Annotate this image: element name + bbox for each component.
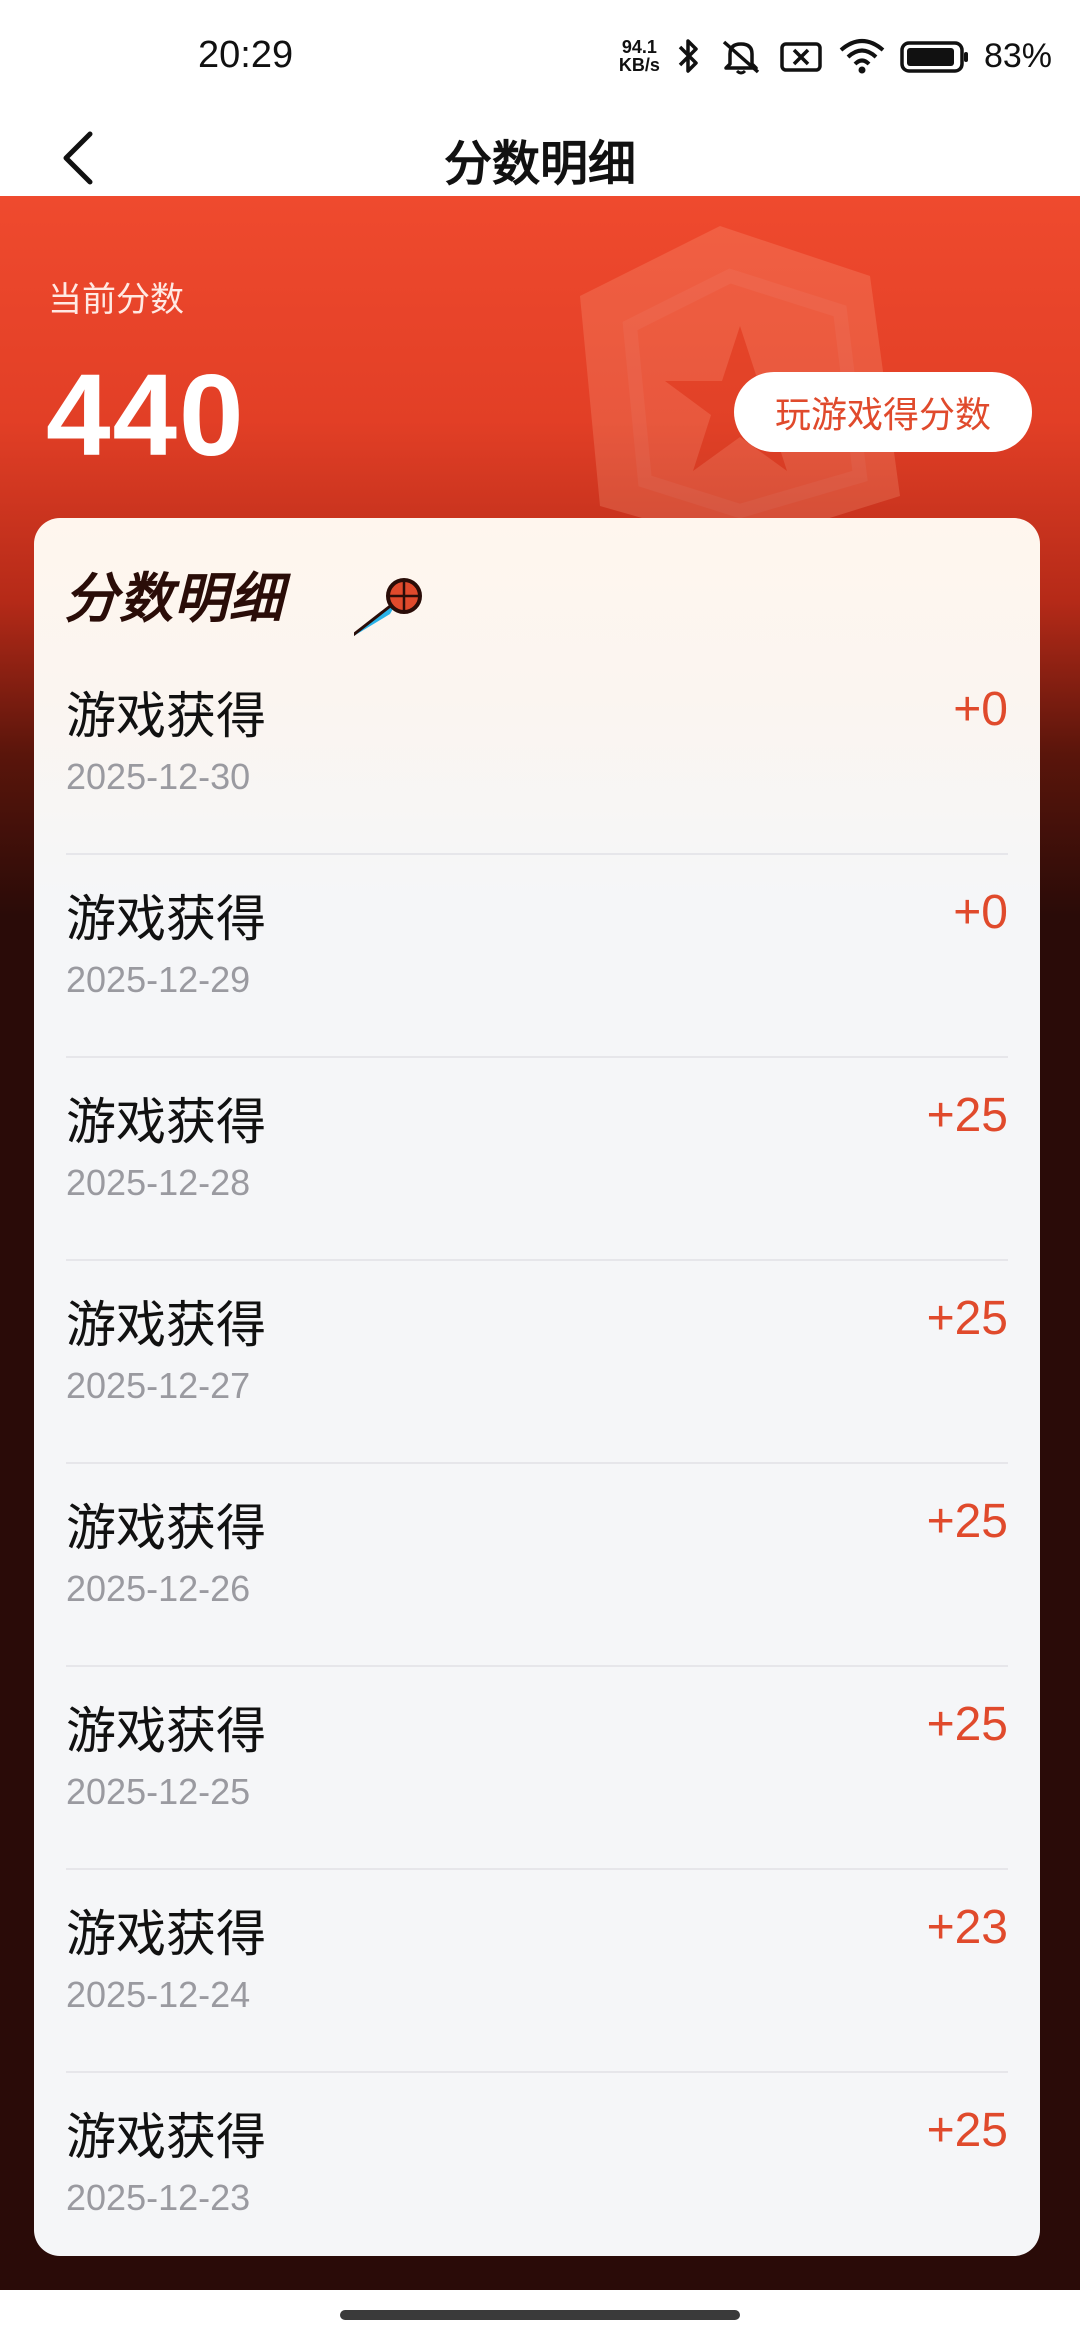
play-game-button[interactable]: 玩游戏得分数 <box>734 372 1032 452</box>
item-title: 游戏获得 <box>66 1905 266 1963</box>
list-item: 游戏获得 2025-12-27 +25 <box>66 1261 1008 1464</box>
item-title: 游戏获得 <box>66 1702 266 1760</box>
item-title: 游戏获得 <box>66 1093 266 1151</box>
item-date: 2025-12-30 <box>66 756 251 797</box>
item-date: 2025-12-25 <box>66 1771 251 1812</box>
card-title-banner: 分数明细 <box>64 554 422 664</box>
item-points: +25 <box>926 2104 1008 2157</box>
item-points: +0 <box>953 886 1008 939</box>
item-points: +0 <box>953 683 1008 736</box>
item-points: +25 <box>926 1698 1008 1751</box>
item-points: +25 <box>926 1292 1008 1345</box>
battery-icon <box>900 41 968 73</box>
item-title: 游戏获得 <box>66 1499 266 1557</box>
item-points: +25 <box>926 1089 1008 1142</box>
mute-icon <box>722 40 760 75</box>
current-score-label: 当前分数 <box>48 280 184 320</box>
item-date: 2025-12-23 <box>66 2177 251 2218</box>
home-indicator[interactable] <box>340 2310 740 2320</box>
item-points: +23 <box>926 1901 1008 1954</box>
battery-percent: 83% <box>983 36 1052 75</box>
net-speed: 94.1 KB/s <box>619 38 660 74</box>
score-list: 游戏获得 2025-12-30 +0 游戏获得 2025-12-29 +0 游戏获得 2025… <box>34 652 1040 2256</box>
net-speed-value: 94.1 <box>621 37 657 57</box>
item-title: 游戏获得 <box>66 2108 266 2166</box>
item-date: 2025-12-26 <box>66 1568 251 1609</box>
item-title: 游戏获得 <box>66 890 266 948</box>
net-speed-unit: KB/s <box>618 55 660 75</box>
list-item: 游戏获得 2025-12-30 +0 <box>66 652 1008 855</box>
card-title: 分数明细 <box>64 567 284 630</box>
item-points: +25 <box>926 1495 1008 1548</box>
wifi-icon <box>839 39 885 74</box>
nav-bar: 分数明细 <box>0 120 1080 196</box>
score-detail-card: 分数明细 游戏获得 2025-12-30 +0 游戏获得 2025-12-29 +0 游戏获… <box>34 518 1040 2256</box>
current-score-value: 440 <box>46 350 246 480</box>
bluetooth-icon <box>678 39 698 73</box>
item-date: 2025-12-27 <box>66 1365 251 1406</box>
item-date: 2025-12-29 <box>66 959 251 1000</box>
item-date: 2025-12-24 <box>66 1974 251 2015</box>
item-date: 2025-12-28 <box>66 1162 251 1203</box>
status-time: 20:29 <box>198 34 294 76</box>
status-bar: 20:29 94.1 KB/s 83% <box>0 0 1080 120</box>
basketball-icon <box>354 578 422 637</box>
sim-off-icon <box>780 42 822 72</box>
list-item: 游戏获得 2025-12-26 +25 <box>66 1464 1008 1667</box>
list-item: 游戏获得 2025-12-23 +25 <box>66 2073 1008 2256</box>
item-title: 游戏获得 <box>66 1296 266 1354</box>
item-title: 游戏获得 <box>66 687 266 745</box>
list-item: 游戏获得 2025-12-25 +25 <box>66 1667 1008 1870</box>
page-title: 分数明细 <box>443 136 636 192</box>
list-item: 游戏获得 2025-12-24 +23 <box>66 1870 1008 2073</box>
list-item: 游戏获得 2025-12-28 +25 <box>66 1058 1008 1261</box>
status-icons: 94.1 KB/s 83% <box>619 36 1052 76</box>
list-item: 游戏获得 2025-12-29 +0 <box>66 855 1008 1058</box>
